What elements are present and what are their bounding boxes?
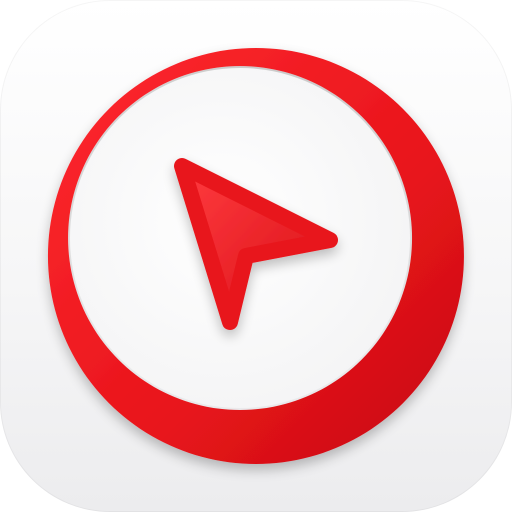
compass-cursor-icon <box>47 48 464 464</box>
app-icon[interactable] <box>0 0 512 512</box>
icon-canvas <box>0 0 512 512</box>
